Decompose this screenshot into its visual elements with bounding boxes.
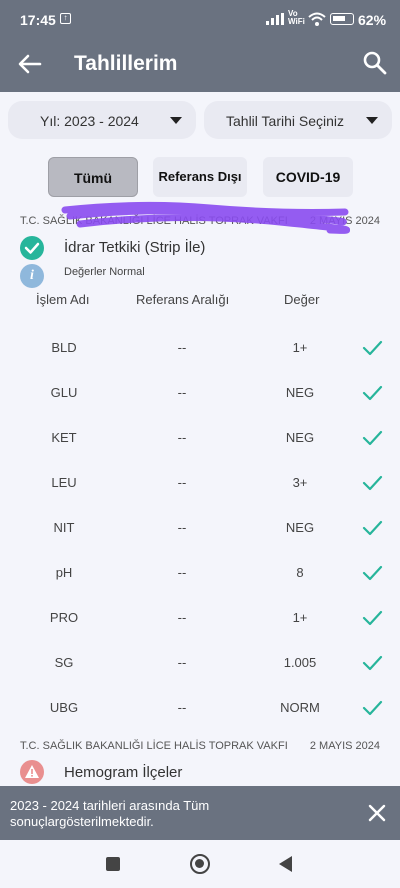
test-name[interactable]: Hemogram İlçeler <box>64 764 182 781</box>
row-test-name: UBG <box>49 700 79 715</box>
filter-out-of-reference-button[interactable]: Referans Dışı <box>153 157 247 197</box>
row-reference: -- <box>177 700 187 715</box>
close-icon[interactable] <box>366 802 388 824</box>
row-test-name: KET <box>51 430 77 445</box>
status-time: 17:45 <box>20 12 56 28</box>
result-date: 2 MAYIS 2024 <box>309 740 380 752</box>
check-icon <box>362 385 383 401</box>
system-nav-bar <box>0 840 400 888</box>
recent-apps-icon[interactable] <box>106 857 120 871</box>
nav-back-icon[interactable] <box>279 856 292 872</box>
year-dropdown[interactable]: Yıl: 2023 - 2024 <box>8 101 196 139</box>
filter-covid19-button[interactable]: COVID-19 <box>263 157 353 197</box>
row-test-name: SG <box>54 655 74 670</box>
back-arrow-icon[interactable] <box>16 50 44 78</box>
row-reference: -- <box>177 655 187 670</box>
chevron-down-icon <box>170 117 182 124</box>
row-test-name: NIT <box>53 520 75 535</box>
check-icon <box>362 430 383 446</box>
info-icon: i <box>20 264 44 288</box>
check-icon <box>362 475 383 491</box>
row-reference: -- <box>177 385 187 400</box>
home-icon[interactable] <box>190 854 210 874</box>
row-value: 1+ <box>292 340 308 355</box>
row-reference: -- <box>177 475 187 490</box>
row-test-name: BLD <box>51 340 77 355</box>
row-value: NEG <box>285 430 315 445</box>
row-test-name: GLU <box>50 385 78 400</box>
test-status-text: Değerler Normal <box>64 266 145 278</box>
signal-icon <box>266 13 284 25</box>
app-bar: Tahlillerim <box>0 36 400 92</box>
check-icon <box>362 700 383 716</box>
column-header-test: İşlem Adı <box>36 292 90 307</box>
battery-icon <box>330 13 354 25</box>
wifi-icon <box>308 12 326 26</box>
check-icon <box>362 520 383 536</box>
row-reference: -- <box>177 565 187 580</box>
row-reference: -- <box>177 520 187 535</box>
upload-notification-icon: ↑ <box>60 13 71 24</box>
check-icon <box>362 565 383 581</box>
row-value: 8 <box>296 565 304 580</box>
page-title: Tahlillerim <box>74 52 178 75</box>
row-reference: -- <box>177 340 187 355</box>
test-date-dropdown-label: Tahlil Tarihi Seçiniz <box>226 113 345 129</box>
row-value: 1.005 <box>283 655 317 670</box>
check-circle-icon <box>20 236 44 260</box>
column-header-reference: Referans Aralığı <box>136 292 230 307</box>
row-value: NEG <box>285 385 315 400</box>
row-value: NORM <box>280 700 320 715</box>
search-icon[interactable] <box>362 50 388 76</box>
row-test-name: PRO <box>49 610 79 625</box>
check-icon <box>362 655 383 671</box>
battery-percent: 62% <box>358 12 387 28</box>
test-date-dropdown[interactable]: Tahlil Tarihi Seçiniz <box>204 101 392 139</box>
redaction-scribble <box>61 201 350 234</box>
row-test-name: LEU <box>51 475 77 490</box>
institution-name: T.C. SAĞLIK BAKANLIĞI LİCE HALİS TOPRAK … <box>20 740 288 752</box>
volte-indicator: Vo WiFi <box>288 9 305 26</box>
row-reference: -- <box>177 430 187 445</box>
row-value: NEG <box>285 520 315 535</box>
row-value: 3+ <box>292 475 308 490</box>
row-test-name: pH <box>55 565 73 580</box>
row-value: 1+ <box>292 610 308 625</box>
test-name[interactable]: İdrar Tetkiki (Strip İle) <box>64 239 205 256</box>
toast-message: 2023 - 2024 tarihleri arasında Tüm sonuç… <box>10 798 210 829</box>
info-toast: 2023 - 2024 tarihleri arasında Tüm sonuç… <box>0 786 400 840</box>
filter-all-button[interactable]: Tümü <box>48 157 138 197</box>
warning-icon <box>20 760 44 784</box>
year-dropdown-label: Yıl: 2023 - 2024 <box>40 113 139 129</box>
row-reference: -- <box>177 610 187 625</box>
check-icon <box>362 610 383 626</box>
column-header-value: Değer <box>284 292 320 307</box>
chevron-down-icon <box>366 117 378 124</box>
check-icon <box>362 340 383 356</box>
status-bar: 17:45 ↑ Vo WiFi 62% <box>0 0 400 36</box>
